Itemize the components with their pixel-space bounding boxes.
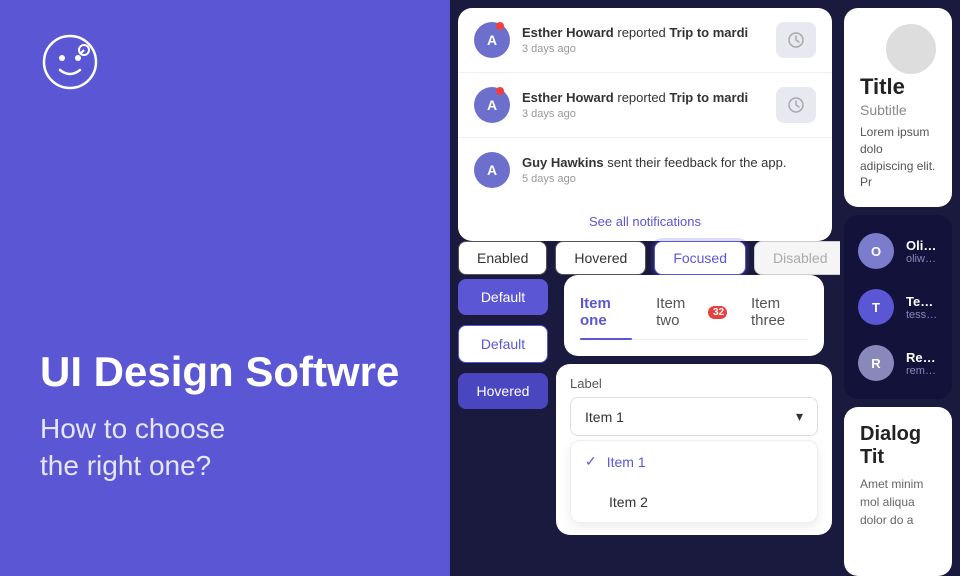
tab-item-two[interactable]: Item two 32 [656, 295, 727, 339]
user-email-3: remypark... [906, 365, 938, 377]
avatar-2: A [474, 87, 510, 123]
user-item-1[interactable]: O Oliwier R oliwier.r... [844, 223, 952, 279]
avatar-large [886, 24, 936, 74]
right-area: A Esther Howard reported Trip to mardi 3… [450, 0, 960, 576]
tab-label-one: Item one [580, 295, 632, 329]
left-panel: UI Design Softwre How to choosethe right… [0, 0, 450, 576]
option-2-label: Item 2 [609, 494, 648, 510]
card-subtitle: Subtitle [860, 102, 936, 118]
notif-item-2: A Esther Howard reported Trip to mardi 3… [458, 73, 832, 138]
default-button-2[interactable]: Default [458, 325, 548, 363]
dialog-title: Dialog Tit [860, 423, 936, 469]
tab-item-three[interactable]: Item three [751, 295, 808, 339]
dropdown-label: Label [570, 376, 818, 391]
dropdown-card: Label Item 1 ▾ ✓ Item 1 Item 2 [556, 364, 832, 535]
logo [40, 32, 410, 97]
notif-dot-2 [496, 87, 504, 95]
card-body: Lorem ipsum dolo adipiscing elit. Pr [860, 124, 936, 191]
action-buttons: Default Default Hovered [458, 275, 548, 535]
btn-hovered[interactable]: Hovered [555, 241, 646, 275]
card-top-right: Title Subtitle Lorem ipsum dolo adipisci… [844, 8, 952, 207]
notif-text-3: Guy Hawkins sent their feedback for the … [522, 155, 816, 172]
user-avatar-1: O [858, 233, 894, 269]
tab-item-one[interactable]: Item one [580, 295, 632, 339]
notif-icon-2[interactable] [776, 87, 816, 123]
dropdown-select[interactable]: Item 1 ▾ [570, 397, 818, 436]
dialog-body: Amet minim mol aliqua dolor do a [860, 475, 936, 529]
check-icon: ✓ [585, 453, 597, 470]
btn-enabled[interactable]: Enabled [458, 241, 547, 275]
notif-dot-1 [496, 22, 504, 30]
dropdown-value: Item 1 [585, 409, 624, 425]
user-name-1: Oliwier R [906, 238, 938, 253]
user-email-2: tessdisc... [906, 309, 938, 321]
tabs-card: Item one Item two 32 Item three [564, 275, 824, 356]
chevron-down-icon: ▾ [796, 408, 803, 425]
tabs-row: Item one Item two 32 Item three [580, 295, 808, 340]
tab-label-two: Item two [656, 295, 702, 329]
btn-focused[interactable]: Focused [654, 241, 746, 275]
dropdown-option-1[interactable]: ✓ Item 1 [571, 441, 817, 482]
notif-content-1: Esther Howard reported Trip to mardi 3 d… [522, 25, 768, 56]
btn-disabled: Disabled [754, 241, 840, 275]
notif-content-3: Guy Hawkins sent their feedback for the … [522, 155, 816, 186]
sub-title: How to choosethe right one? [40, 411, 410, 484]
user-info-1: Oliwier R oliwier.r... [906, 238, 938, 265]
notif-icon-1[interactable] [776, 22, 816, 58]
notifications-card: A Esther Howard reported Trip to mardi 3… [458, 8, 832, 241]
tab-label-three: Item three [751, 295, 808, 329]
notif-item-1: A Esther Howard reported Trip to mardi 3… [458, 8, 832, 73]
button-states-row: Enabled Hovered Focused Disabled [450, 241, 840, 275]
tab-badge-two: 32 [708, 306, 727, 319]
dropdown-option-2[interactable]: Item 2 [571, 482, 817, 522]
dropdown-menu: ✓ Item 1 Item 2 [570, 440, 818, 523]
notif-time-2: 3 days ago [522, 108, 768, 120]
user-email-1: oliwier.r... [906, 253, 938, 265]
user-info-3: Remy Pa remypark... [906, 350, 938, 377]
see-all-button[interactable]: See all notifications [458, 202, 832, 241]
dialog-card: Dialog Tit Amet minim mol aliqua dolor d… [844, 407, 952, 576]
notif-content-2: Esther Howard reported Trip to mardi 3 d… [522, 90, 768, 121]
far-right-column: Title Subtitle Lorem ipsum dolo adipisci… [840, 0, 960, 576]
user-avatar-3: R [858, 345, 894, 381]
notif-item-3: A Guy Hawkins sent their feedback for th… [458, 138, 832, 202]
avatar-1: A [474, 22, 510, 58]
left-text: UI Design Softwre How to choosethe right… [40, 349, 410, 544]
notif-text-2: Esther Howard reported Trip to mardi [522, 90, 768, 107]
default-button-1[interactable]: Default [458, 279, 548, 315]
user-name-2: Tess Dic [906, 294, 938, 309]
notif-time-1: 3 days ago [522, 43, 768, 55]
user-info-2: Tess Dic tessdisc... [906, 294, 938, 321]
notif-text-1: Esther Howard reported Trip to mardi [522, 25, 768, 42]
main-title: UI Design Softwre [40, 349, 410, 395]
notif-time-3: 5 days ago [522, 173, 816, 185]
user-avatar-2: T [858, 289, 894, 325]
hovered-button[interactable]: Hovered [458, 373, 548, 409]
avatar-3: A [474, 152, 510, 188]
user-name-3: Remy Pa [906, 350, 938, 365]
user-list: O Oliwier R oliwier.r... T Tess Dic tess… [844, 215, 952, 399]
option-1-label: Item 1 [607, 454, 646, 470]
user-item-2[interactable]: T Tess Dic tessdisc... [844, 279, 952, 335]
user-item-3[interactable]: R Remy Pa remypark... [844, 335, 952, 391]
